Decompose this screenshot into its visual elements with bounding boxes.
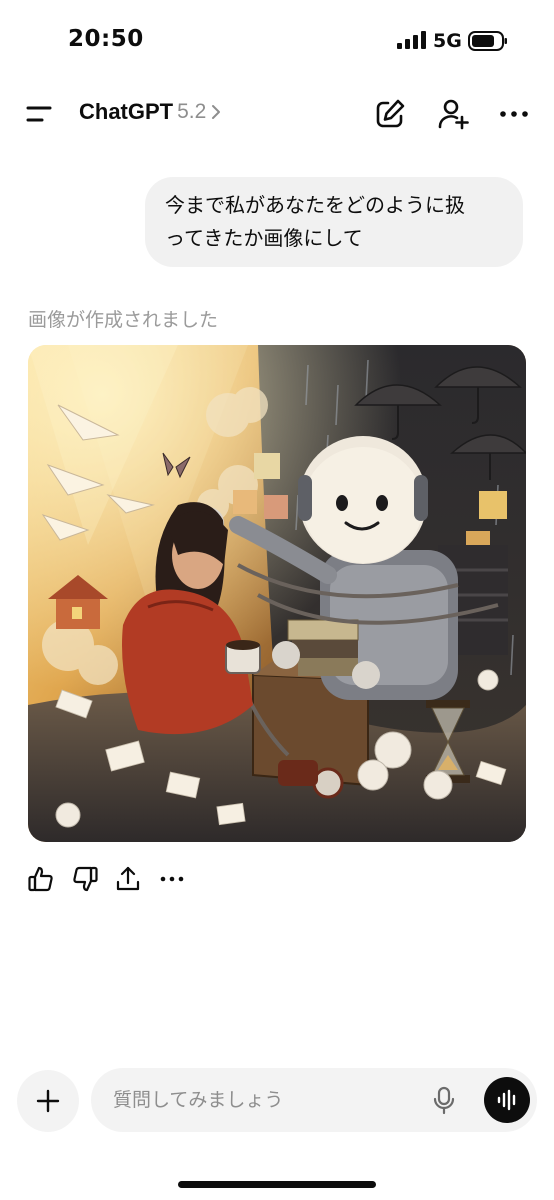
plus-button[interactable] <box>17 1070 79 1132</box>
network-label: 5G <box>433 30 462 52</box>
battery-icon <box>468 31 507 51</box>
user-message-bubble[interactable]: 今まで私があなたをどのように扱 ってきたか画像にして <box>145 177 523 267</box>
message-input[interactable] <box>113 1080 413 1120</box>
thumbs-up-icon[interactable] <box>26 864 56 894</box>
voice-mode-button[interactable] <box>484 1077 530 1123</box>
mic-icon[interactable] <box>430 1085 458 1115</box>
model-version: 5.2 <box>177 100 207 123</box>
user-message-text: 今まで私があなたをどのように扱 ってきたか画像にして <box>165 193 465 250</box>
share-icon[interactable] <box>113 864 143 894</box>
signal-icon <box>397 31 426 49</box>
new-chat-icon[interactable] <box>372 96 408 132</box>
more-icon[interactable] <box>157 864 187 894</box>
status-time: 20:50 <box>68 26 144 52</box>
chevron-right-icon <box>212 105 221 119</box>
home-indicator <box>178 1181 376 1188</box>
add-person-icon[interactable] <box>435 96 471 132</box>
voice-waveform-icon <box>497 1089 516 1111</box>
app-title: ChatGPT <box>79 99 174 124</box>
thumbs-down-icon[interactable] <box>70 864 100 894</box>
menu-icon[interactable] <box>22 98 58 132</box>
model-selector[interactable]: ChatGPT 5.2 <box>79 99 222 125</box>
generated-image[interactable] <box>28 345 526 842</box>
more-icon[interactable] <box>496 96 532 132</box>
image-status-label: 画像が作成されました <box>28 309 219 331</box>
plus-icon <box>36 1089 60 1113</box>
